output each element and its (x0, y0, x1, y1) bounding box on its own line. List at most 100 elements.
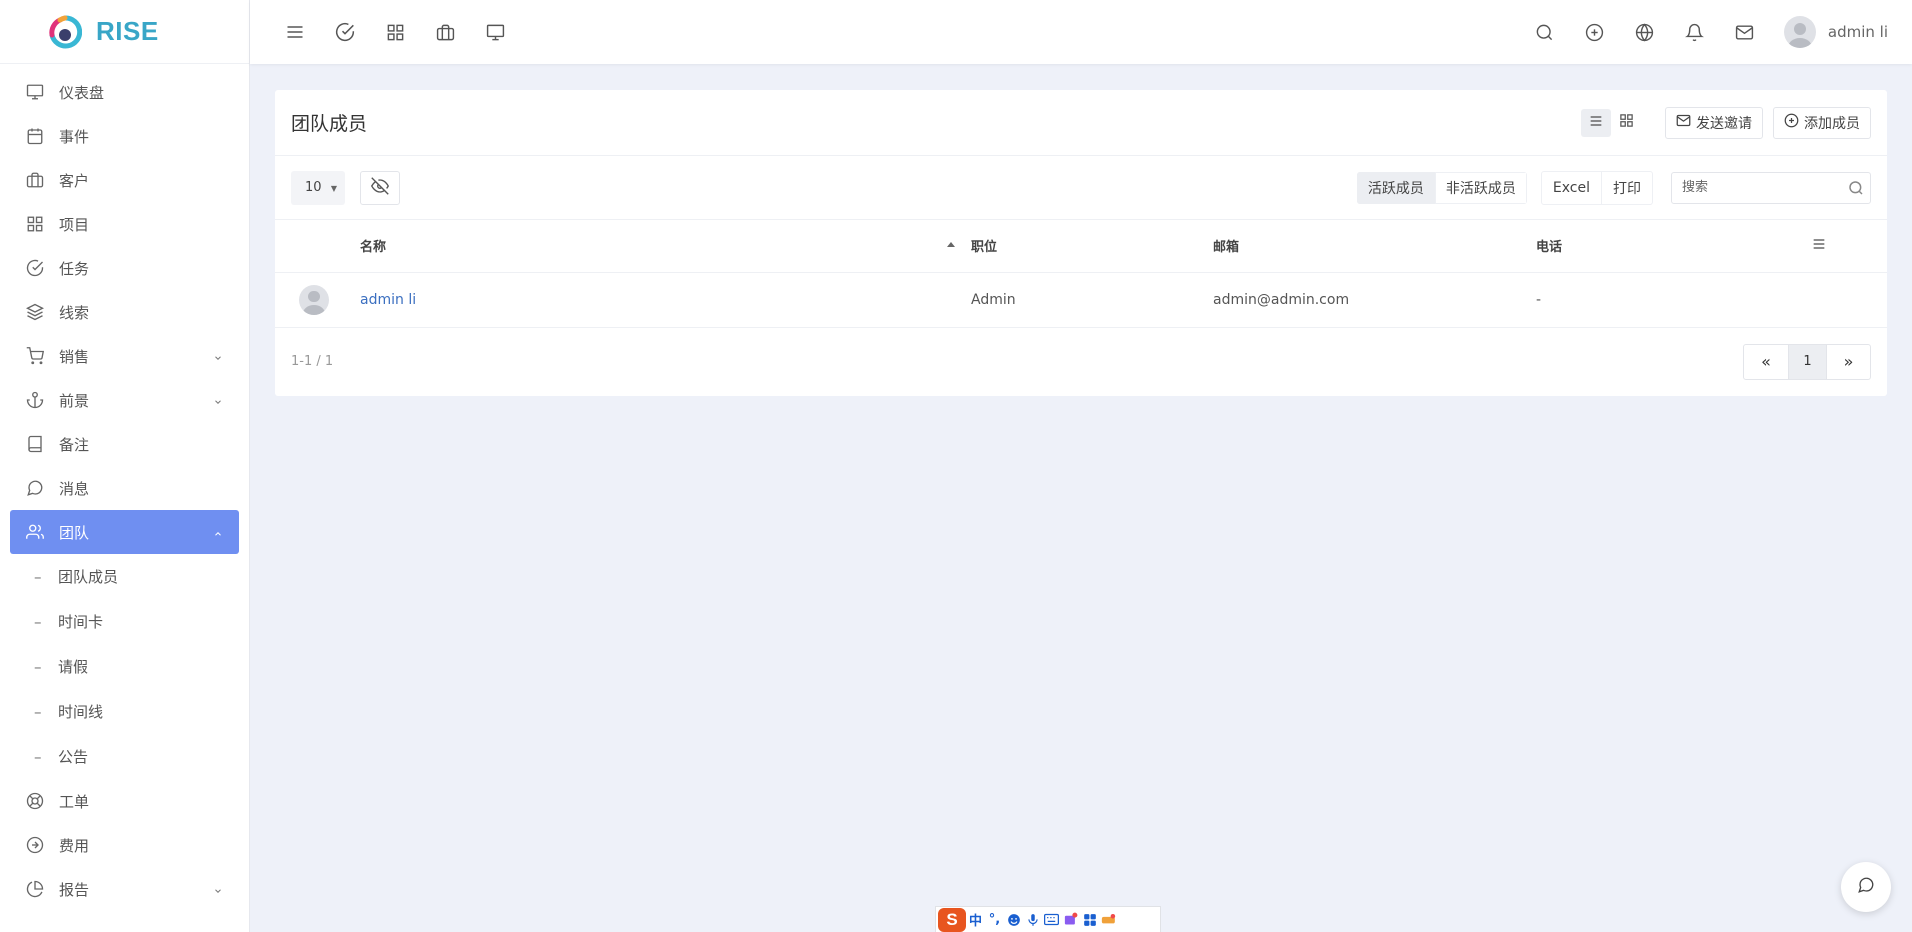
previous-page-button[interactable]: « (1744, 345, 1788, 379)
page-title: 团队成员 (291, 113, 368, 135)
monitor-icon[interactable] (470, 12, 520, 52)
emoji-icon[interactable] (1004, 913, 1023, 927)
sidebar-subitem-timecards[interactable]: – 时间卡 (0, 599, 249, 644)
sidebar-item-label: 前景 (59, 391, 90, 410)
check-circle-icon[interactable] (320, 12, 370, 52)
globe-icon[interactable] (1620, 12, 1670, 52)
search-icon[interactable] (1520, 12, 1570, 52)
add-member-button[interactable]: 添加成员 (1773, 106, 1871, 139)
dash-icon: – (34, 657, 42, 676)
keyboard-icon[interactable] (1042, 913, 1061, 926)
team-members-card: 团队成员 发送邀请 添加成员 10 ▼ 活跃成员 非活跃成员 Excel 打印 … (275, 90, 1887, 396)
brand[interactable]: RISE (0, 0, 249, 64)
ime-language-toggle[interactable]: 中 (966, 910, 985, 929)
skin-icon[interactable] (1061, 912, 1080, 927)
sidebar-item-label: 线索 (59, 303, 90, 322)
excel-button[interactable]: Excel (1542, 172, 1601, 204)
sidebar-item-tickets[interactable]: 工单 (10, 779, 239, 823)
sidebar-item-sales[interactable]: 销售 (10, 334, 239, 378)
pie-chart-icon (25, 879, 45, 899)
active-members-button[interactable]: 活跃成员 (1356, 171, 1435, 204)
chevron-down-icon (213, 349, 223, 367)
sidebar-item-label: 项目 (59, 215, 90, 234)
column-header-label: 邮箱 (1213, 240, 1240, 256)
table-row: admin li Admin admin@admin.com - (275, 272, 1887, 328)
apps-grid-icon[interactable] (1080, 913, 1099, 927)
topbar-left (250, 12, 520, 52)
sogou-logo-icon[interactable]: S (938, 907, 966, 932)
chat-button[interactable] (1841, 862, 1891, 912)
dash-icon: – (34, 567, 42, 586)
chevron-down-icon (213, 882, 223, 900)
sidebar-item-prospects[interactable]: 前景 (10, 378, 239, 422)
column-header-label: 名称 (360, 240, 387, 256)
book-icon (25, 434, 45, 454)
sidebar-item-dashboard[interactable]: 仪表盘 (10, 70, 239, 114)
sidebar-item-reports[interactable]: 报告 (10, 867, 239, 911)
bell-icon[interactable] (1670, 12, 1720, 52)
sidebar-menu: 仪表盘 事件 客户 项目 任务 线索 销售 前景 备注 消息 团队 (0, 64, 249, 554)
sidebar-item-notes[interactable]: 备注 (10, 422, 239, 466)
rise-logo (48, 14, 83, 49)
sidebar-item-team[interactable]: 团队 (10, 510, 239, 554)
page-size-value: 10 (305, 180, 322, 195)
toolbox-icon[interactable] (1099, 913, 1118, 926)
briefcase-icon[interactable] (420, 12, 470, 52)
grid-icon (25, 214, 45, 234)
list-view-button[interactable] (1581, 108, 1611, 137)
avatar-cell (275, 272, 360, 328)
users-icon (25, 522, 45, 542)
menu-toggle-icon[interactable] (270, 12, 320, 52)
header-actions: 发送邀请 添加成员 (1581, 106, 1871, 139)
sidebar-item-messages[interactable]: 消息 (10, 466, 239, 510)
inactive-members-button[interactable]: 非活跃成员 (1434, 171, 1527, 204)
sidebar-subitem-team-members[interactable]: – 团队成员 (0, 554, 249, 599)
lifebuoy-icon (25, 791, 45, 811)
menu-lines-icon (1811, 239, 1827, 256)
column-header-phone[interactable]: 电话 (1536, 220, 1811, 273)
brand-name: RISE (96, 16, 159, 46)
sidebar-item-leads[interactable]: 线索 (10, 290, 239, 334)
grid-view-button[interactable] (1611, 109, 1641, 137)
team-submenu: – 团队成员 – 时间卡 – 请假 – 时间线 – 公告 (0, 554, 249, 779)
column-header-name[interactable]: 名称 (360, 220, 971, 273)
cart-icon (25, 346, 45, 366)
mail-icon[interactable] (1720, 12, 1770, 52)
sidebar-subitem-label: 时间线 (58, 703, 104, 721)
sidebar-subitem-announcements[interactable]: – 公告 (0, 734, 249, 779)
sidebar-item-clients[interactable]: 客户 (10, 158, 239, 202)
sidebar-item-label: 工单 (59, 792, 90, 811)
sidebar-item-label: 报告 (59, 880, 90, 899)
search-input[interactable] (1672, 172, 1842, 203)
plus-circle-icon[interactable] (1570, 12, 1620, 52)
page-size-select[interactable]: 10 ▼ (291, 170, 345, 205)
table-footer: 1-1 / 1 « 1 » (275, 328, 1887, 396)
column-visibility-button[interactable] (360, 170, 400, 205)
column-header-email[interactable]: 邮箱 (1213, 220, 1536, 273)
column-header-options[interactable] (1811, 220, 1887, 273)
member-name-link[interactable]: admin li (360, 292, 416, 308)
sidebar-item-tasks[interactable]: 任务 (10, 246, 239, 290)
sidebar-item-projects[interactable]: 项目 (10, 202, 239, 246)
sidebar-subitem-timeline[interactable]: – 时间线 (0, 689, 249, 734)
sidebar-item-expenses[interactable]: 费用 (10, 823, 239, 867)
ime-punctuation-toggle[interactable]: °, (985, 912, 1004, 927)
next-page-button[interactable]: » (1826, 344, 1870, 379)
monitor-icon (25, 82, 45, 102)
options-cell (1811, 272, 1887, 328)
grid-icon[interactable] (370, 12, 420, 52)
column-header-label: 职位 (971, 240, 998, 256)
toolbar-filters: 活跃成员 非活跃成员 Excel 打印 (1356, 170, 1871, 205)
eye-off-icon (370, 176, 390, 199)
page-1-button[interactable]: 1 (1788, 344, 1826, 379)
send-invite-button[interactable]: 发送邀请 (1665, 106, 1763, 139)
check-circle-icon (25, 258, 45, 278)
table-toolbar: 10 ▼ 活跃成员 非活跃成员 Excel 打印 (275, 156, 1887, 220)
column-header-position[interactable]: 职位 (971, 220, 1213, 273)
user-menu[interactable]: admin li (1783, 16, 1888, 48)
sidebar-item-label: 事件 (59, 127, 90, 146)
sidebar-subitem-leave[interactable]: – 请假 (0, 644, 249, 689)
print-button[interactable]: 打印 (1601, 171, 1652, 204)
microphone-icon[interactable] (1023, 913, 1042, 927)
sidebar-item-events[interactable]: 事件 (10, 114, 239, 158)
